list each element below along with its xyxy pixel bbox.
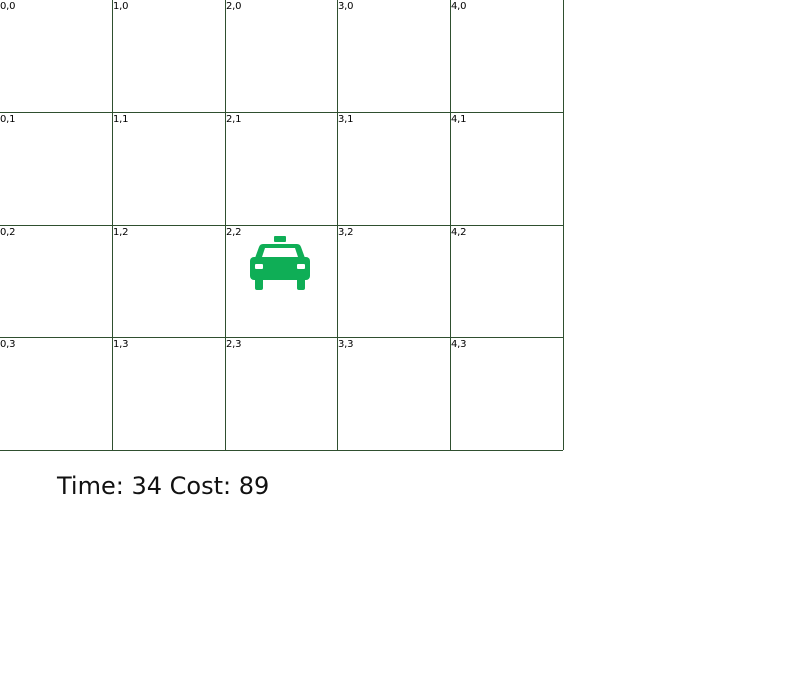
cell-coordinate-label: 1,1 [113, 114, 129, 125]
cost-value: 89 [238, 472, 270, 500]
grid-cell: 0,1 [0, 113, 112, 225]
cell-coordinate-label: 4,0 [451, 1, 467, 12]
cell-coordinate-label: 0,0 [0, 1, 16, 12]
time-label: Time: [57, 472, 124, 500]
grid-cell: 3,1 [338, 113, 450, 225]
cell-coordinate-label: 2,0 [226, 1, 242, 12]
grid-cell: 4,1 [451, 113, 563, 225]
cell-coordinate-label: 3,2 [338, 227, 354, 238]
grid-cell: 3,3 [338, 338, 450, 450]
grid-cell: 0,3 [0, 338, 112, 450]
taxi-icon [249, 236, 311, 290]
grid-cell: 1,2 [113, 226, 225, 338]
grid-cell: 2,3 [226, 338, 338, 450]
grid-row: 0,0 1,0 2,0 3,0 4,0 [0, 0, 563, 113]
grid-cell: 3,2 [338, 226, 450, 338]
grid-cell: 3,0 [338, 0, 450, 112]
time-value: 34 [131, 472, 163, 500]
cell-coordinate-label: 2,1 [226, 114, 242, 125]
grid-cell: 1,1 [113, 113, 225, 225]
grid-cell: 2,0 [226, 0, 338, 112]
cell-coordinate-label: 1,3 [113, 339, 129, 350]
cell-coordinate-label: 0,3 [0, 339, 16, 350]
grid-cell: 1,3 [113, 338, 225, 450]
grid-cell: 0,2 [0, 226, 112, 338]
cell-coordinate-label: 0,1 [0, 114, 16, 125]
cell-coordinate-label: 3,1 [338, 114, 354, 125]
cell-coordinate-label: 4,1 [451, 114, 467, 125]
cell-coordinate-label: 4,3 [451, 339, 467, 350]
cell-coordinate-label: 4,2 [451, 227, 467, 238]
cell-coordinate-label: 1,2 [113, 227, 129, 238]
game-grid: 0,0 1,0 2,0 3,0 4,0 0,1 1,1 2,1 3,1 4,1 … [0, 0, 564, 451]
status-readout: Time: 34 Cost: 89 [57, 471, 269, 501]
cell-coordinate-label: 2,2 [226, 227, 242, 238]
grid-cell: 4,2 [451, 226, 563, 338]
grid-cell: 4,0 [451, 0, 563, 112]
cell-coordinate-label: 2,3 [226, 339, 242, 350]
cell-coordinate-label: 1,0 [113, 1, 129, 12]
cost-label: Cost: [169, 472, 232, 500]
cell-coordinate-label: 3,0 [338, 1, 354, 12]
grid-line [563, 0, 564, 450]
grid-cell: 4,3 [451, 338, 563, 450]
grid-row: 0,1 1,1 2,1 3,1 4,1 [0, 113, 563, 226]
grid-cell: 0,0 [0, 0, 112, 112]
cell-coordinate-label: 0,2 [0, 227, 16, 238]
cell-coordinate-label: 3,3 [338, 339, 354, 350]
grid-cell: 1,0 [113, 0, 225, 112]
grid-cell: 2,1 [226, 113, 338, 225]
grid-row: 0,3 1,3 2,3 3,3 4,3 [0, 338, 563, 451]
